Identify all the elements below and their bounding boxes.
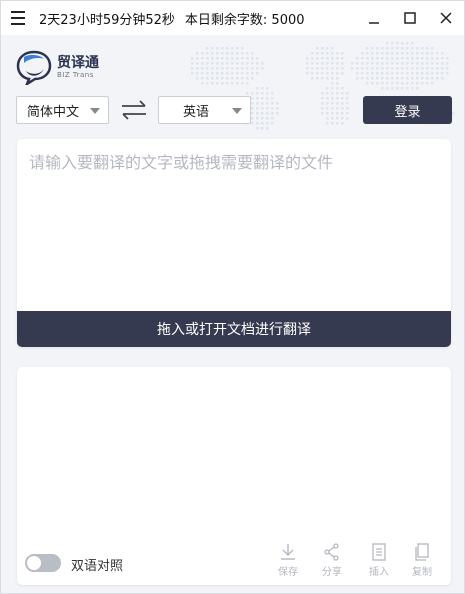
maximize-button[interactable] — [392, 1, 428, 35]
source-language-select[interactable]: 简体中文 — [16, 96, 109, 124]
logo-subtitle: BIZ Trans — [57, 71, 94, 79]
share-icon — [324, 543, 339, 561]
source-text-input[interactable] — [17, 139, 451, 311]
source-language-value: 简体中文 — [27, 104, 80, 120]
app-window: 2天23小时59分钟52秒 本日剩余字数: 5000 贸译通 BIZ Trans… — [0, 0, 465, 594]
maximize-icon — [404, 12, 416, 24]
download-icon — [281, 544, 295, 560]
insert-button[interactable]: 插入 — [362, 543, 396, 583]
insert-icon — [372, 543, 386, 561]
title-bar: 2天23小时59分钟52秒 本日剩余字数: 5000 — [1, 1, 464, 35]
bilingual-toggle[interactable] — [25, 554, 61, 572]
close-icon — [440, 12, 452, 24]
chevron-down-icon — [90, 108, 100, 114]
source-text-panel: 拖入或打开文档进行翻译 — [17, 139, 451, 347]
bilingual-label: 双语对照 — [71, 559, 124, 574]
save-button[interactable]: 保存 — [271, 543, 305, 583]
daily-quota: 本日剩余字数: 5000 — [184, 12, 305, 28]
save-label: 保存 — [278, 567, 298, 578]
login-button[interactable]: 登录 — [363, 96, 452, 124]
translation-output-panel: 双语对照 保存 分享 插入 复制 — [17, 367, 451, 585]
insert-label: 插入 — [369, 567, 389, 578]
window-controls — [356, 1, 464, 35]
app-logo: 贸译通 BIZ Trans — [15, 49, 99, 85]
share-label: 分享 — [322, 567, 342, 578]
output-toolbar: 双语对照 保存 分享 插入 复制 — [17, 541, 451, 585]
share-button[interactable]: 分享 — [315, 543, 349, 583]
close-button[interactable] — [428, 1, 464, 35]
minimize-button[interactable] — [356, 1, 392, 35]
title-status: 2天23小时59分钟52秒 本日剩余字数: 5000 — [39, 9, 305, 28]
menu-icon[interactable] — [1, 1, 35, 35]
target-language-select[interactable]: 英语 — [158, 96, 251, 124]
open-document-button[interactable]: 拖入或打开文档进行翻译 — [17, 311, 451, 347]
target-language-value: 英语 — [183, 104, 210, 120]
logo-icon — [16, 50, 52, 85]
logo-name: 贸译通 — [57, 55, 99, 71]
copy-button[interactable]: 复制 — [405, 543, 439, 583]
copy-icon — [415, 543, 429, 561]
trial-timer: 2天23小时59分钟52秒 — [39, 12, 175, 28]
copy-label: 复制 — [412, 567, 432, 578]
chevron-down-icon — [232, 108, 242, 114]
swap-languages-icon[interactable] — [119, 99, 149, 121]
minimize-icon — [369, 22, 379, 24]
